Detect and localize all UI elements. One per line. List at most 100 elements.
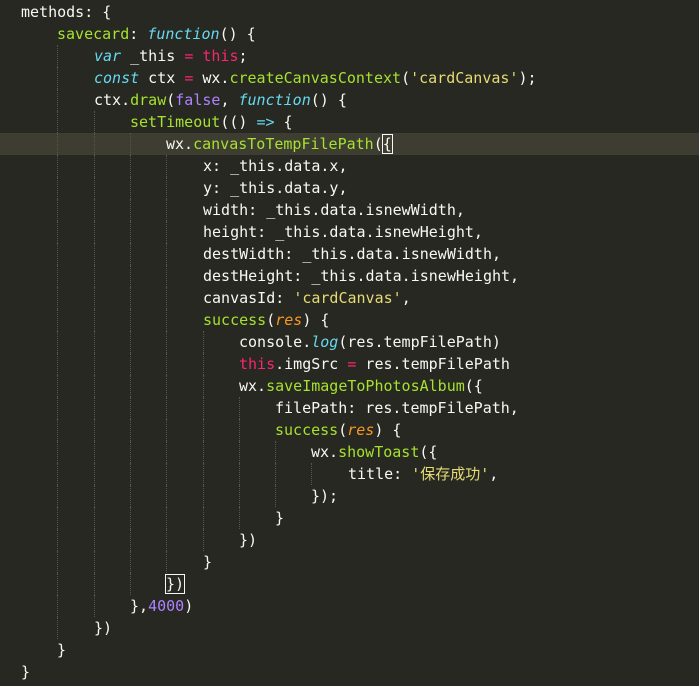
code-line[interactable]: wx.showToast({ [0,441,699,463]
code-text: this.imgSrc = res.tempFilePath [239,353,510,375]
code-token: .imgSrc [275,355,348,373]
code-line[interactable]: setTimeout(() => { [0,111,699,133]
indent-guide [57,177,58,199]
indent-guide [57,353,58,375]
indent-guide [239,441,240,463]
code-token: } [21,663,31,681]
code-line[interactable]: } [0,661,699,683]
indent-guide [130,177,131,199]
code-line[interactable]: wx.canvasToTempFilePath({ [0,133,699,155]
code-line[interactable]: title: '保存成功', [0,463,699,485]
code-text: success(res) { [275,419,401,441]
indent-guide [166,199,167,221]
indent-guide [166,243,167,265]
indent-guide [130,243,131,265]
code-text: destWidth: _this.data.isnewWidth, [203,243,501,265]
indent-guide [57,199,58,221]
code-token: height: _this.data.isnewHeight, [203,223,483,241]
code-text: wx.canvasToTempFilePath({ [166,133,393,155]
code-line[interactable]: wx.saveImageToPhotosAlbum({ [0,375,699,397]
code-editor[interactable]: methods: {savecard: function() {var _thi… [0,0,699,686]
code-token: filePath: res.tempFilePath, [275,399,519,417]
indent-guide [94,441,95,463]
code-token: } [275,509,285,527]
code-token: res.tempFilePath [356,355,510,373]
code-line[interactable]: } [0,507,699,529]
code-line[interactable]: }) [0,573,699,595]
code-token: ctx [139,69,185,87]
code-token: (res.tempFilePath) [338,333,501,351]
code-line[interactable]: this.imgSrc = res.tempFilePath [0,353,699,375]
code-line[interactable]: }); [0,485,699,507]
indent-guide [239,485,240,507]
code-line[interactable]: ctx.draw(false, function() { [0,89,699,111]
indent-guide [94,353,95,375]
indent-guide [130,573,131,595]
code-line[interactable]: y: _this.data.y, [0,177,699,199]
indent-guide [57,463,58,485]
indent-guide [130,463,131,485]
code-line[interactable]: }) [0,529,699,551]
code-token: ) { [374,421,402,439]
code-line[interactable]: },4000) [0,595,699,617]
code-token: success [203,311,267,329]
indent-guide [94,133,95,155]
code-text: savecard: function() { [57,23,256,45]
indent-guide [94,309,95,331]
indent-guide [57,45,58,67]
code-line[interactable]: height: _this.data.isnewHeight, [0,221,699,243]
indent-guide [94,265,95,287]
indent-guide [130,397,131,419]
code-line[interactable]: } [0,551,699,573]
code-token: }) [239,531,258,549]
code-text: y: _this.data.y, [203,177,348,199]
code-token: width: _this.data.isnewWidth, [203,201,465,219]
code-token: } [57,641,67,659]
code-token: }); [311,487,339,505]
code-line[interactable]: }) [0,617,699,639]
indent-guide [94,419,95,441]
indent-guide [94,397,95,419]
indent-guide [57,397,58,419]
code-line[interactable]: } [0,639,699,661]
code-token: y: _this.data.y, [203,179,348,197]
code-line[interactable]: x: _this.data.x, [0,155,699,177]
code-line[interactable]: width: _this.data.isnewWidth, [0,199,699,221]
code-token: : [129,25,148,43]
indent-guide [166,287,167,309]
code-text: console.log(res.tempFilePath) [239,331,501,353]
code-token: , [401,289,411,307]
code-token: ( [266,311,276,329]
code-line[interactable]: destHeight: _this.data.isnewHeight, [0,265,699,287]
code-line[interactable]: savecard: function() { [0,23,699,45]
indent-guide [130,551,131,573]
code-line[interactable]: var _this = this; [0,45,699,67]
code-line[interactable]: console.log(res.tempFilePath) [0,331,699,353]
code-token: function [238,91,311,109]
code-line[interactable]: success(res) { [0,309,699,331]
indent-guide [94,551,95,573]
code-line[interactable]: success(res) { [0,419,699,441]
code-token: ); [518,69,537,87]
indent-guide [94,243,95,265]
code-token: setTimeout [130,113,221,131]
code-line[interactable]: methods: { [0,1,699,23]
matched-bracket: }) [165,574,186,594]
indent-guide [239,463,240,485]
code-line[interactable]: destWidth: _this.data.isnewWidth, [0,243,699,265]
code-token: }) [94,619,113,637]
code-line[interactable]: const ctx = wx.createCanvasContext('card… [0,67,699,89]
code-line[interactable]: canvasId: 'cardCanvas', [0,287,699,309]
code-token: () { [310,91,347,109]
indent-guide [57,617,58,639]
indent-guide [57,595,58,617]
code-text: canvasId: 'cardCanvas', [203,287,411,309]
indent-guide [166,551,167,573]
indent-guide [94,177,95,199]
code-token: showToast [338,443,420,461]
code-line[interactable]: filePath: res.tempFilePath, [0,397,699,419]
code-token: = [184,47,194,65]
code-text: x: _this.data.x, [203,155,348,177]
code-text: } [21,661,30,683]
code-token: ( [338,421,348,439]
